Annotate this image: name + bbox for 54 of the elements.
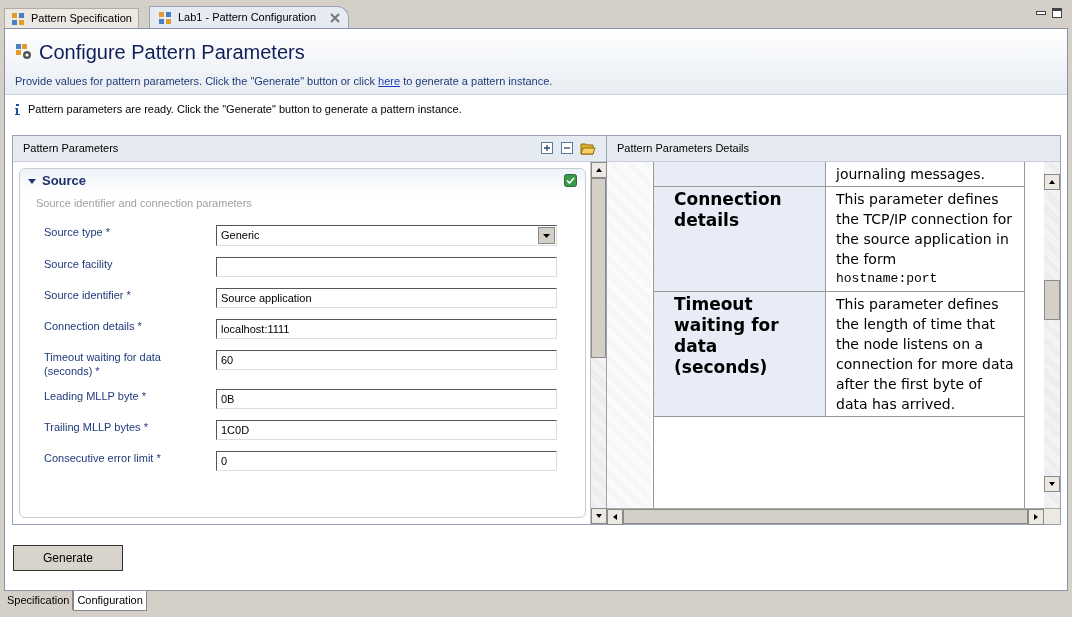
panel-title: Pattern Parameters	[23, 140, 120, 156]
pattern-icon	[11, 11, 25, 26]
input-field[interactable]	[216, 257, 557, 277]
field-label: Leading MLLP byte *	[44, 389, 147, 403]
bottom-tab[interactable]: Configuration	[73, 591, 147, 611]
field-label: Source type *	[44, 225, 112, 239]
info-icon	[15, 104, 20, 115]
scroll-right-icon[interactable]	[1028, 508, 1044, 525]
editor-tab[interactable]: Pattern Specification	[4, 8, 139, 28]
folder-icon[interactable]	[580, 141, 596, 155]
source-type-dropdown[interactable]: Generic	[216, 225, 557, 246]
scroll-thumb[interactable]	[591, 177, 606, 358]
parameter-description: This parameter defines the length of time that the node listens on a connection for more data after the first byte of data has arrived.	[836, 294, 1014, 414]
input-field[interactable]: localhost:1111	[216, 319, 557, 339]
generate-button[interactable]: Generate	[13, 544, 123, 571]
scroll-left-icon[interactable]	[607, 508, 623, 525]
bottom-tab[interactable]: Specification	[4, 591, 74, 610]
expand-all-icon[interactable]	[540, 141, 554, 155]
pattern-configuration-icon	[15, 43, 33, 61]
scroll-down-icon[interactable]	[1044, 475, 1060, 492]
parameter-description: journaling messages.	[836, 164, 986, 184]
code-text: hostname:port	[836, 269, 939, 288]
scroll-up-icon[interactable]	[1044, 173, 1060, 190]
page-title: Configure Pattern Parameters	[39, 40, 305, 65]
field-label: Source facility	[44, 257, 114, 271]
close-icon[interactable]	[330, 12, 341, 23]
scroll-down-icon[interactable]	[591, 507, 607, 524]
input-field[interactable]: 0	[216, 451, 557, 471]
here-link[interactable]: here	[378, 75, 401, 87]
parameter-cell: Connection details	[654, 186, 826, 291]
field-label: Consecutive error limit *	[44, 451, 162, 465]
vertical-scrollbar[interactable]	[590, 161, 606, 524]
input-field[interactable]: 60	[216, 350, 557, 370]
input-field[interactable]: Source application	[216, 288, 557, 308]
maximize-icon[interactable]	[1052, 8, 1062, 18]
parameter-description: This parameter defines the TCP/IP connection for the source application in the form	[836, 189, 1013, 269]
pattern-icon	[157, 10, 172, 25]
field-label: Timeout waiting for data (seconds) *	[44, 350, 162, 378]
minimize-icon[interactable]	[1036, 11, 1046, 15]
field-label: Source identifier *	[44, 288, 132, 302]
input-field[interactable]: 0B	[216, 389, 557, 409]
expand-caret-icon[interactable]	[28, 176, 36, 185]
panel-title: Pattern Parameters Details	[617, 140, 750, 156]
collapse-all-icon[interactable]	[560, 141, 574, 155]
editor-tab[interactable]: Lab1 - Pattern Configuration	[148, 6, 350, 28]
scroll-thumb[interactable]	[1044, 279, 1060, 320]
parameter-cell: Timeout waiting for data (seconds)	[654, 291, 826, 416]
section-description: Source identifier and connection parameters	[35, 195, 253, 211]
info-message: Pattern parameters are ready. Click the "Generate" button to generate a pattern instance.	[28, 102, 462, 118]
scroll-up-icon[interactable]	[591, 161, 607, 178]
field-label: Trailing MLLP bytes *	[44, 420, 149, 434]
field-label: Connection details *	[44, 319, 143, 333]
input-field[interactable]: 1C0D	[216, 420, 557, 440]
instruction-text: Provide values for pattern parameters. Click the "Generate" button or click here to generate a pattern instance.	[15, 74, 554, 89]
